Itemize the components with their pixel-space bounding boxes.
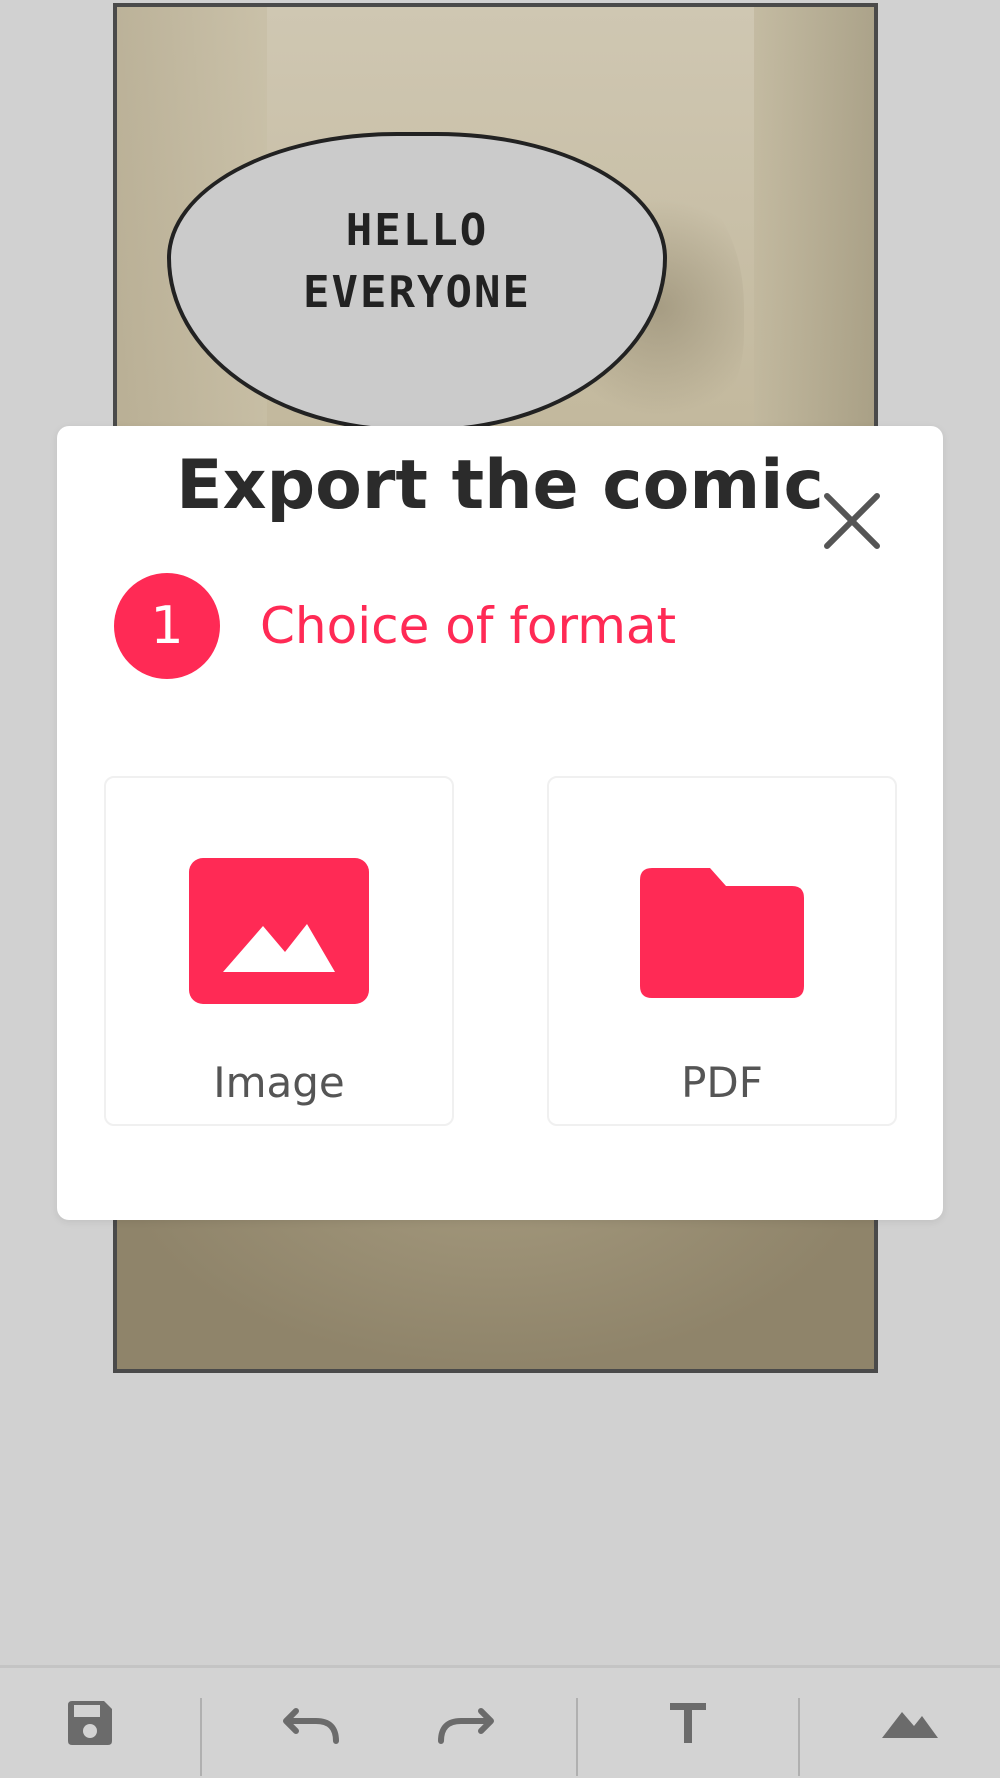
toolbar-divider [798, 1698, 800, 1776]
modal-title: Export the comic [176, 446, 824, 525]
redo-button[interactable] [425, 1688, 505, 1758]
save-icon [68, 1701, 112, 1745]
toolbar-divider [576, 1698, 578, 1776]
step-label: Choice of format [260, 597, 677, 655]
folder-icon [640, 868, 804, 1002]
close-button[interactable] [817, 486, 887, 556]
text-icon [670, 1703, 706, 1743]
speech-bubble-text-line-1: HELLO [345, 205, 489, 256]
format-option-image-label: Image [213, 1058, 345, 1107]
format-option-pdf[interactable]: PDF [547, 776, 897, 1126]
add-text-button[interactable] [648, 1688, 728, 1758]
editor-canvas: HELLO EVERYONE Export the comic 1 Choice… [0, 0, 1000, 1778]
undo-button[interactable] [272, 1688, 352, 1758]
export-modal: Export the comic 1 Choice of format Imag… [57, 426, 943, 1220]
step-number-badge: 1 [114, 573, 220, 679]
speech-bubble-text-line-2: EVERYONE [303, 267, 531, 318]
close-icon [824, 493, 880, 549]
toolbar-divider [200, 1698, 202, 1776]
redo-icon [438, 1708, 494, 1744]
image-icon [189, 858, 369, 1008]
add-image-button[interactable] [870, 1688, 950, 1758]
image-icon [882, 1712, 938, 1738]
bottom-toolbar [0, 1665, 1000, 1778]
save-button[interactable] [50, 1688, 130, 1758]
format-option-image[interactable]: Image [104, 776, 454, 1126]
undo-icon [283, 1708, 339, 1744]
step-indicator: 1 Choice of format [114, 571, 676, 681]
format-option-pdf-label: PDF [681, 1058, 763, 1107]
